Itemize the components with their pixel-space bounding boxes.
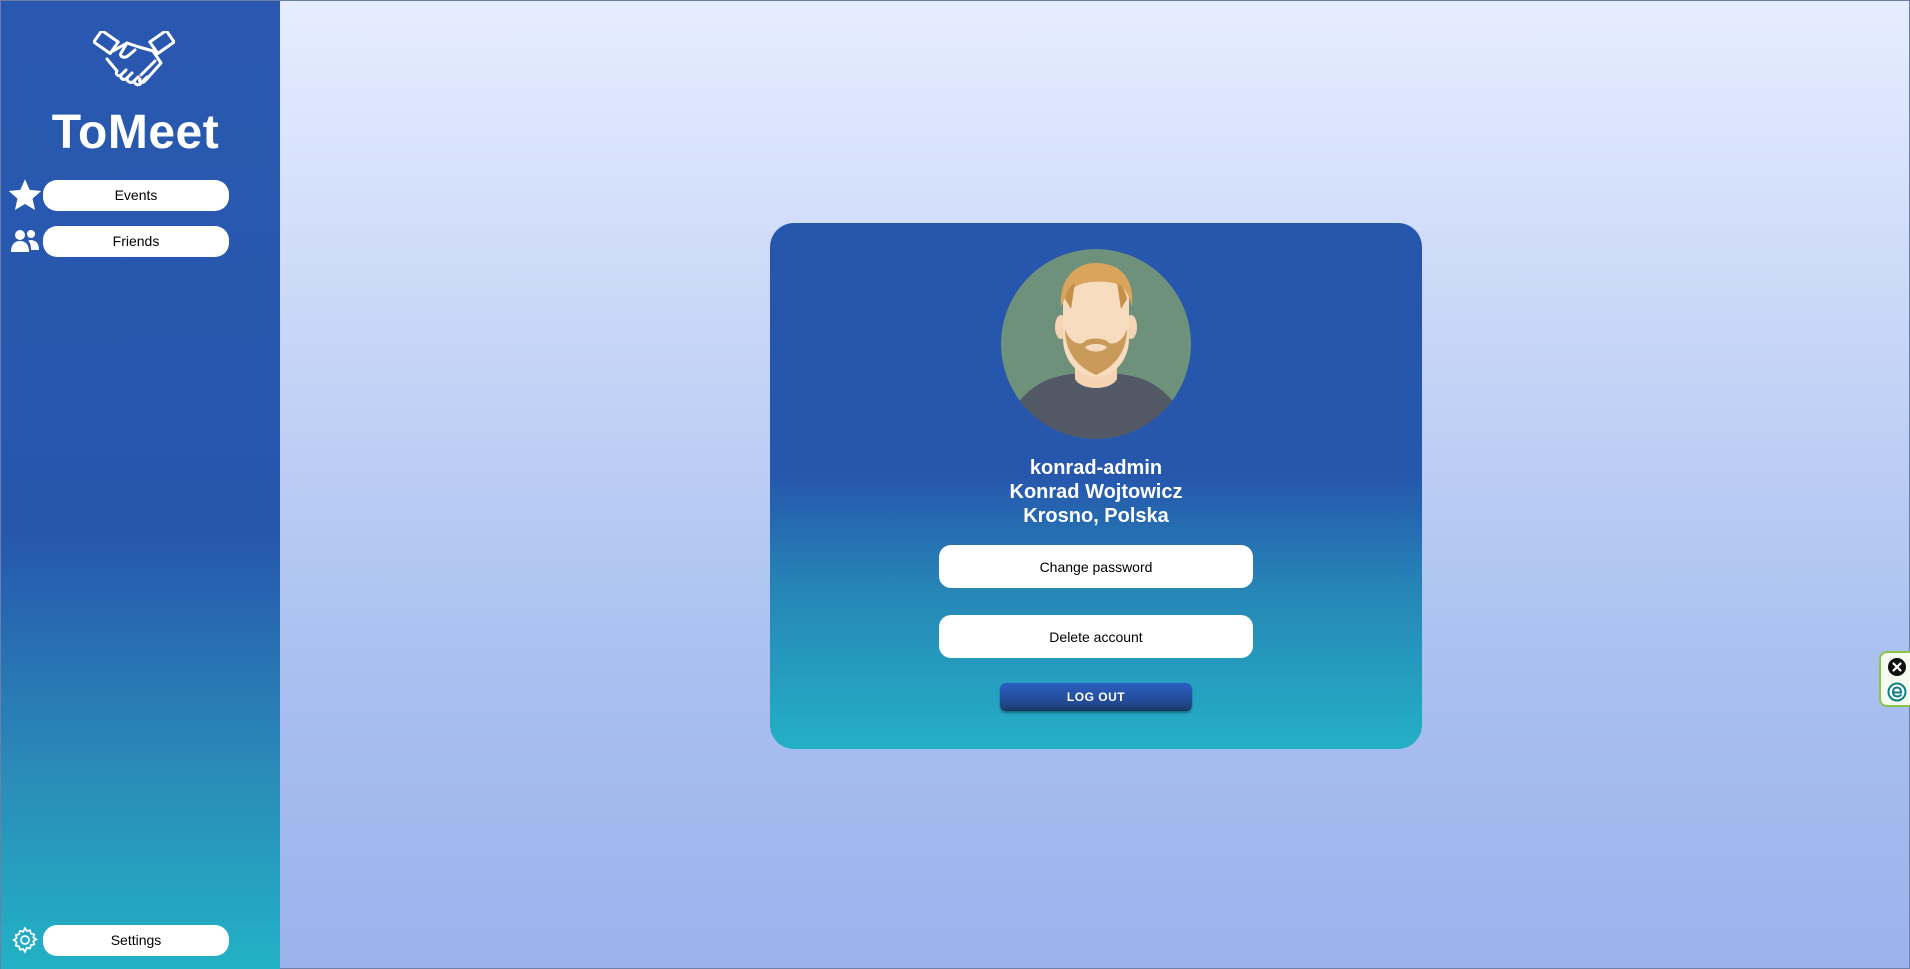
close-circle-icon[interactable] bbox=[1887, 657, 1907, 677]
sidebar-item-events[interactable]: Events bbox=[7, 179, 229, 211]
profile-card: konrad-admin Konrad Wojtowicz Krosno, Po… bbox=[770, 223, 1422, 749]
friends-button[interactable]: Friends bbox=[43, 225, 229, 257]
change-password-button[interactable]: Change password bbox=[939, 545, 1253, 588]
extension-widget bbox=[1879, 651, 1910, 707]
extension-e-icon[interactable] bbox=[1887, 682, 1907, 702]
app-title: ToMeet bbox=[51, 106, 220, 159]
settings-button[interactable]: Settings bbox=[43, 924, 229, 956]
user-avatar bbox=[1001, 249, 1191, 439]
username: konrad-admin bbox=[1029, 457, 1163, 479]
sidebar-item-settings[interactable]: Settings bbox=[7, 924, 229, 956]
sidebar: ToMeet Events Friends Settings bbox=[1, 1, 280, 969]
sidebar-item-friends[interactable]: Friends bbox=[7, 225, 229, 257]
events-button[interactable]: Events bbox=[43, 179, 229, 211]
delete-account-button[interactable]: Delete account bbox=[939, 615, 1253, 658]
app-window: ToMeet Events Friends Settings konrad-ad… bbox=[0, 0, 1910, 969]
location: Krosno, Polska bbox=[1023, 505, 1169, 527]
users-icon[interactable] bbox=[7, 223, 43, 259]
full-name: Konrad Wojtowicz bbox=[1009, 481, 1183, 503]
star-icon[interactable] bbox=[7, 177, 43, 213]
handshake-icon bbox=[93, 31, 175, 87]
gear-icon[interactable] bbox=[7, 922, 43, 958]
logout-button[interactable]: LOG OUT bbox=[1000, 683, 1192, 711]
